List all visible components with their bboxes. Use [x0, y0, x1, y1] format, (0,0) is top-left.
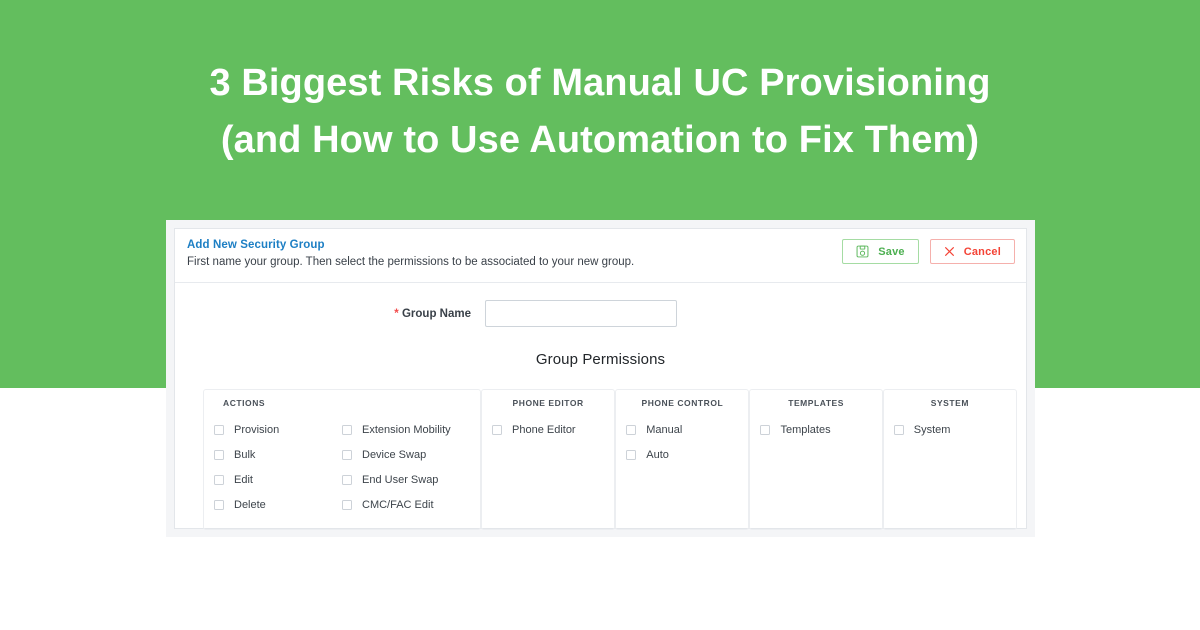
permission-panel-phone-editor: PHONE EDITOR Phone Editor: [481, 389, 616, 530]
panel-heading-phone-control: PHONE CONTROL: [641, 398, 724, 408]
checkbox-box-icon[interactable]: [214, 449, 224, 460]
checkbox-box-icon[interactable]: [214, 424, 224, 435]
checkbox-label: Edit: [234, 473, 253, 486]
checkbox-end-user-swap[interactable]: End User Swap: [342, 467, 470, 492]
cancel-button-label: Cancel: [963, 245, 1001, 258]
checkbox-bulk[interactable]: Bulk: [214, 442, 342, 467]
checkbox-label: Bulk: [234, 448, 256, 461]
permissions-grid: ACTIONS Provision Bulk Edit Delete Exten…: [203, 389, 1017, 530]
security-group-card: Add New Security Group First name your g…: [174, 228, 1027, 530]
save-button[interactable]: Save: [842, 239, 919, 264]
checkbox-delete[interactable]: Delete: [214, 492, 342, 517]
checkbox-label: Delete: [234, 498, 266, 511]
checkbox-box-icon[interactable]: [626, 449, 637, 460]
checkbox-label: Device Swap: [362, 448, 427, 461]
page-title-line-1: 3 Biggest Risks of Manual UC Provisionin…: [209, 62, 991, 104]
checkbox-label: Phone Editor: [512, 423, 576, 436]
panel-heading-actions: ACTIONS: [223, 398, 266, 408]
group-name-label-text: Group Name: [401, 307, 471, 320]
group-name-label: * Group Name: [175, 308, 485, 320]
group-name-row: * Group Name: [175, 283, 1026, 327]
group-name-input[interactable]: [485, 300, 677, 327]
checkbox-box-icon[interactable]: [342, 424, 352, 435]
page-title-line-2: (and How to Use Automation to Fix Them): [220, 119, 980, 161]
checkbox-device-swap[interactable]: Device Swap: [342, 442, 470, 467]
panel-heading-system: SYSTEM: [930, 398, 969, 408]
checkbox-box-icon[interactable]: [214, 474, 224, 485]
checkbox-box-icon[interactable]: [492, 424, 502, 435]
checkbox-label: Templates: [780, 423, 831, 436]
permission-panel-templates: TEMPLATES Templates: [749, 389, 883, 530]
checkbox-system[interactable]: System: [893, 417, 1006, 442]
page-root: 3 Biggest Risks of Manual UC Provisionin…: [0, 0, 1200, 630]
floppy-disk-save-icon: [856, 245, 869, 258]
checkbox-label: Provision: [234, 423, 280, 436]
permission-panel-phone-control: PHONE CONTROL Manual Auto: [615, 389, 750, 530]
checkbox-box-icon[interactable]: [342, 499, 352, 510]
checkbox-label: Auto: [646, 448, 669, 461]
close-x-icon: [944, 246, 955, 257]
checkbox-box-icon[interactable]: [760, 424, 771, 435]
checkbox-label: End User Swap: [362, 473, 439, 486]
app-window-frame: Add New Security Group First name your g…: [166, 220, 1035, 537]
checkbox-manual[interactable]: Manual: [626, 417, 738, 442]
panel-heading-phone-editor: PHONE EDITOR: [512, 398, 584, 408]
card-header: Add New Security Group First name your g…: [175, 229, 1026, 283]
checkbox-box-icon[interactable]: [626, 424, 637, 435]
save-button-label: Save: [878, 245, 905, 258]
checkbox-box-icon[interactable]: [342, 474, 352, 485]
group-permissions-heading: Group Permissions: [535, 351, 666, 368]
checkbox-label: Extension Mobility: [362, 423, 451, 436]
checkbox-label: CMC/FAC Edit: [362, 498, 434, 511]
required-marker: *: [394, 307, 399, 320]
checkbox-box-icon[interactable]: [342, 449, 352, 460]
checkbox-extension-mobility[interactable]: Extension Mobility: [342, 417, 470, 442]
checkbox-label: System: [913, 423, 951, 436]
permission-panel-actions: ACTIONS Provision Bulk Edit Delete Exten…: [203, 389, 481, 530]
permission-panel-system: SYSTEM System: [882, 389, 1017, 530]
cancel-button[interactable]: Cancel: [929, 239, 1015, 264]
card-body: * Group Name Group Permissions ACTIONS P…: [175, 283, 1026, 530]
checkbox-provision[interactable]: Provision: [214, 417, 342, 442]
checkbox-edit[interactable]: Edit: [214, 467, 342, 492]
checkbox-box-icon[interactable]: [893, 424, 904, 435]
checkbox-phone-editor[interactable]: Phone Editor: [492, 417, 604, 442]
checkbox-templates[interactable]: Templates: [760, 417, 871, 442]
page-title: 3 Biggest Risks of Manual UC Provisionin…: [0, 55, 1200, 169]
checkbox-label: Manual: [646, 423, 683, 436]
panel-heading-templates: TEMPLATES: [788, 398, 844, 408]
checkbox-cmc-fac-edit[interactable]: CMC/FAC Edit: [342, 492, 470, 517]
checkbox-auto[interactable]: Auto: [626, 442, 738, 467]
header-actions: Save Cancel: [842, 239, 1015, 264]
checkbox-box-icon[interactable]: [214, 499, 224, 510]
